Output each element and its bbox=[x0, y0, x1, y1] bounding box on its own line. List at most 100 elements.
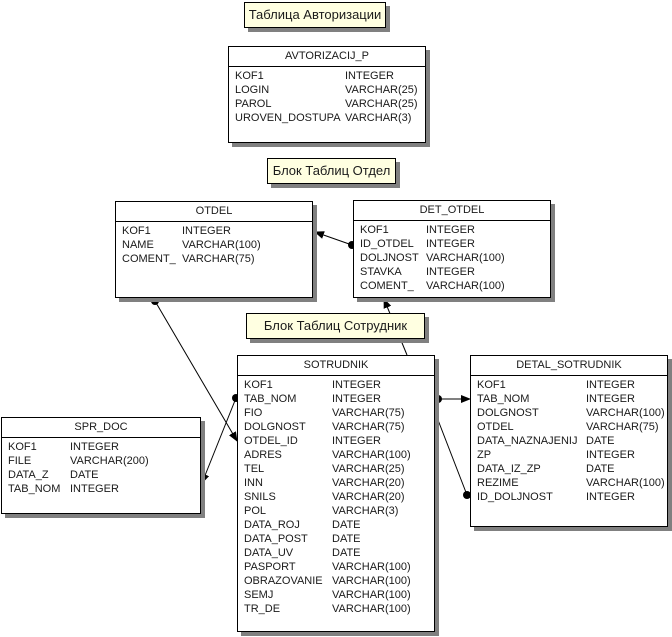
column-row: KOF1 INTEGER bbox=[235, 69, 419, 83]
column-type: VARCHAR(100) bbox=[426, 252, 505, 264]
column-type: INTEGER bbox=[332, 379, 381, 391]
entity-avtorizacij-p[interactable]: AVTORIZACIJ_P KOF1 INTEGER LOGIN VARCHAR(2… bbox=[228, 46, 426, 143]
column-type: VARCHAR(25) bbox=[345, 84, 418, 96]
column-name: TR_DE bbox=[244, 603, 281, 615]
column-type: VARCHAR(100) bbox=[332, 575, 411, 587]
entity-otdel[interactable]: OTDEL KOF1 INTEGER NAME VARCHAR(100) COMEN… bbox=[115, 201, 313, 298]
column-row: DATA_POST DATE bbox=[244, 532, 428, 546]
column-name: ID_OTDEL bbox=[360, 238, 414, 250]
entity-title: DETAL_SOTRUDNIK bbox=[471, 356, 667, 376]
column-row: OTDEL VARCHAR(75) bbox=[477, 420, 661, 434]
column-name: SEMJ bbox=[244, 589, 274, 601]
entity-title: OTDEL bbox=[116, 202, 312, 222]
column-type: INTEGER bbox=[586, 379, 635, 391]
entity-detal-sotrudnik[interactable]: DETAL_SOTRUDNIK KOF1 INTEGER TAB_NOM INTEG… bbox=[470, 355, 668, 527]
column-name: KOF1 bbox=[244, 379, 273, 391]
column-name: SNILS bbox=[244, 491, 276, 503]
column-type: VARCHAR(100) bbox=[332, 589, 411, 601]
column-row: FIO VARCHAR(75) bbox=[244, 406, 428, 420]
column-name: STAVKA bbox=[360, 266, 402, 278]
column-type: VARCHAR(3) bbox=[345, 112, 412, 124]
column-row: DATA_UV DATE bbox=[244, 546, 428, 560]
column-type: VARCHAR(100) bbox=[586, 477, 665, 489]
entity-det-otdel[interactable]: DET_OTDEL KOF1 INTEGER ID_OTDEL INTEGER DO… bbox=[353, 200, 551, 298]
column-row: NAME VARCHAR(100) bbox=[122, 238, 306, 252]
column-name: DATA_IZ_ZP bbox=[477, 463, 541, 475]
column-type: VARCHAR(100) bbox=[586, 407, 665, 419]
column-type: INTEGER bbox=[426, 224, 475, 236]
entity-columns: KOF1 INTEGER LOGIN VARCHAR(25) PAROL VARCHA… bbox=[229, 67, 425, 127]
column-type: DATE bbox=[586, 463, 615, 475]
column-name: TAB_NOM bbox=[8, 483, 61, 495]
column-row: TAB_NOM INTEGER bbox=[8, 482, 194, 496]
column-name: NAME bbox=[122, 239, 154, 251]
entity-spr-doc[interactable]: SPR_DOC KOF1 INTEGER FILE VARCHAR(200) DAT… bbox=[1, 417, 201, 514]
column-type: INTEGER bbox=[426, 238, 475, 250]
column-type: DATE bbox=[332, 519, 361, 531]
column-name: ID_DOLJNOST bbox=[477, 491, 553, 503]
entity-title: DET_OTDEL bbox=[354, 201, 550, 221]
column-name: OTDEL bbox=[477, 421, 514, 433]
column-name: TEL bbox=[244, 463, 265, 475]
link-det-otdel-to-otdel bbox=[314, 231, 353, 246]
column-type: DATE bbox=[332, 547, 361, 559]
column-type: VARCHAR(25) bbox=[345, 98, 418, 110]
note-sotrudnik: Блок Таблиц Сотрудник bbox=[246, 313, 425, 339]
entity-columns: KOF1 INTEGER FILE VARCHAR(200) DATA_Z DATE … bbox=[2, 438, 200, 498]
column-type: VARCHAR(3) bbox=[332, 505, 399, 517]
entity-columns: KOF1 INTEGER TAB_NOM INTEGER FIO VARCHAR(75… bbox=[238, 376, 434, 618]
column-type: VARCHAR(100) bbox=[426, 280, 505, 292]
column-type: DATE bbox=[332, 533, 361, 545]
column-name: DATA_NAZNAJENIJ bbox=[477, 435, 578, 447]
entity-title: SPR_DOC bbox=[2, 418, 200, 438]
column-row: TAB_NOM INTEGER bbox=[244, 392, 428, 406]
column-name: DOLJNOST bbox=[360, 252, 419, 264]
column-name: KOF1 bbox=[360, 224, 389, 236]
column-row: DATA_Z DATE bbox=[8, 468, 194, 482]
column-row: COMENT_ VARCHAR(75) bbox=[122, 252, 306, 266]
column-type: VARCHAR(100) bbox=[332, 449, 411, 461]
link-sotrudnik-to-id-doljnost bbox=[437, 419, 468, 496]
column-type: VARCHAR(75) bbox=[182, 253, 255, 265]
entity-title: AVTORIZACIJ_P bbox=[229, 47, 425, 67]
column-type: VARCHAR(75) bbox=[332, 421, 405, 433]
column-name: KOF1 bbox=[235, 70, 264, 82]
column-row: OTDEL_ID INTEGER bbox=[244, 434, 428, 448]
column-type: INTEGER bbox=[70, 441, 119, 453]
column-type: VARCHAR(75) bbox=[332, 407, 405, 419]
column-row: TR_DE VARCHAR(100) bbox=[244, 602, 428, 616]
column-row: TAB_NOM INTEGER bbox=[477, 392, 661, 406]
column-name: TAB_NOM bbox=[477, 393, 530, 405]
column-type: VARCHAR(20) bbox=[332, 491, 405, 503]
column-type: INTEGER bbox=[182, 225, 231, 237]
column-name: PASPORT bbox=[244, 561, 296, 573]
column-type: INTEGER bbox=[586, 449, 635, 461]
column-row: FILE VARCHAR(200) bbox=[8, 454, 194, 468]
column-type: INTEGER bbox=[426, 266, 475, 278]
column-row: SNILS VARCHAR(20) bbox=[244, 490, 428, 504]
column-row: STAVKA INTEGER bbox=[360, 265, 544, 279]
column-name: DOLGNOST bbox=[244, 421, 306, 433]
column-row: ZP INTEGER bbox=[477, 448, 661, 462]
column-name: PAROL bbox=[235, 98, 272, 110]
column-name: LOGIN bbox=[235, 84, 270, 96]
column-type: INTEGER bbox=[586, 393, 635, 405]
column-row: DOLJNOST VARCHAR(100) bbox=[360, 251, 544, 265]
column-name: TAB_NOM bbox=[244, 393, 297, 405]
column-row: DATA_ROJ DATE bbox=[244, 518, 428, 532]
column-row: KOF1 INTEGER bbox=[360, 223, 544, 237]
column-type: INTEGER bbox=[586, 491, 635, 503]
column-name: OBRAZOVANIE bbox=[244, 575, 323, 587]
column-row: INN VARCHAR(20) bbox=[244, 476, 428, 490]
column-row: UROVEN_DOSTUPA VARCHAR(3) bbox=[235, 111, 419, 125]
column-name: REZIME bbox=[477, 477, 519, 489]
entity-sotrudnik[interactable]: SOTRUDNIK KOF1 INTEGER TAB_NOM INTEGER FIO… bbox=[237, 355, 435, 632]
column-row: DATA_NAZNAJENIJ DATE bbox=[477, 434, 661, 448]
column-name: DATA_UV bbox=[244, 547, 294, 559]
column-row: PAROL VARCHAR(25) bbox=[235, 97, 419, 111]
note-auth: Таблица Авторизации bbox=[244, 2, 386, 28]
column-row: POL VARCHAR(3) bbox=[244, 504, 428, 518]
column-type: VARCHAR(100) bbox=[332, 603, 411, 615]
column-row: TEL VARCHAR(25) bbox=[244, 462, 428, 476]
column-row: DOLGNOST VARCHAR(75) bbox=[244, 420, 428, 434]
